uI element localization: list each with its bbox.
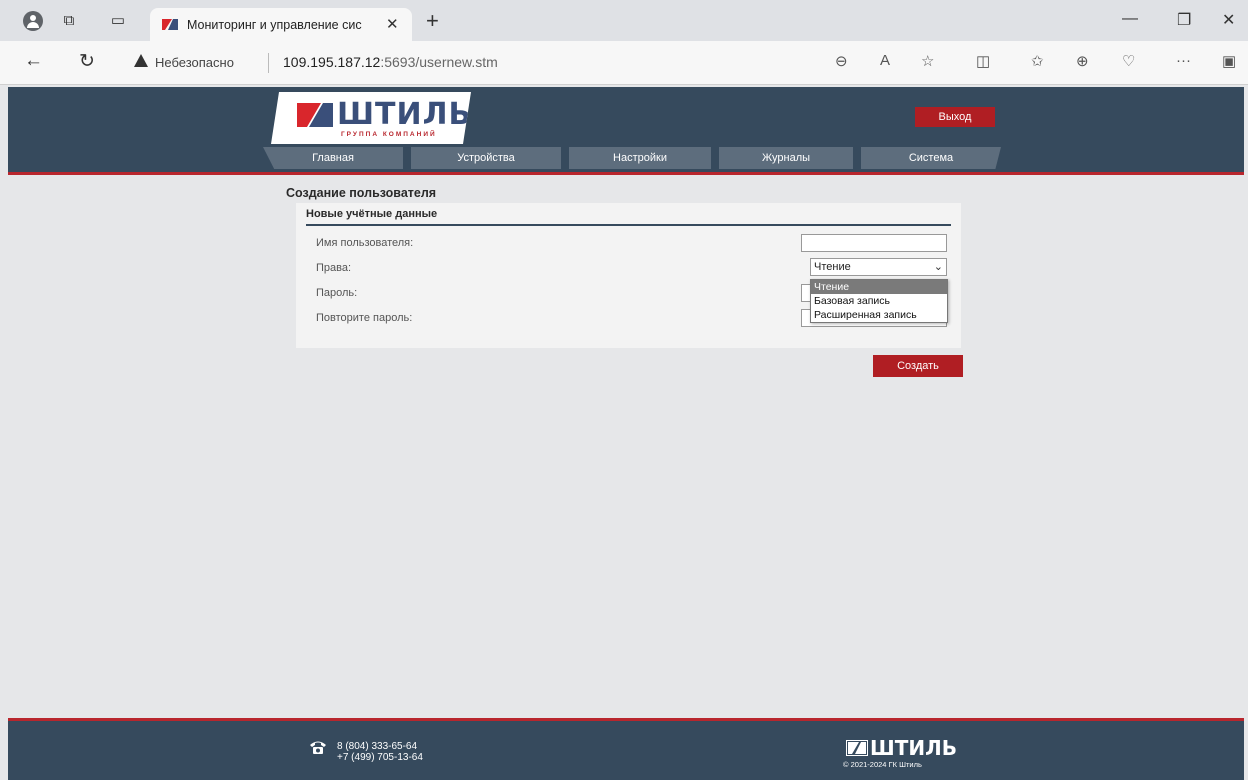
tab-actions-icon[interactable]: ▭ (109, 12, 127, 30)
page-title: Создание пользователя (286, 186, 437, 200)
footer-logo-text: ШТИЛЬ (870, 736, 957, 760)
favorite-star-icon[interactable]: ☆ (921, 52, 934, 70)
new-tab-button[interactable]: + (426, 8, 439, 34)
browser-essentials-icon[interactable]: ♡ (1122, 52, 1135, 70)
phone-number-1: 8 (804) 333-65-64 (337, 741, 418, 752)
back-button[interactable]: ← (24, 50, 43, 72)
collections-icon[interactable]: ⊕ (1076, 52, 1089, 70)
site-footer: 8 (804) 333-65-64 +7 (499) 705-13-64 ШТИ… (8, 718, 1244, 780)
site-logo[interactable]: ШТИЛЬ ГРУППА КОМПАНИЙ (271, 92, 471, 144)
site-favicon-icon (162, 19, 178, 30)
read-aloud-icon[interactable]: A (880, 52, 890, 69)
tab-close-icon[interactable]: ✕ (386, 15, 399, 33)
rights-select[interactable]: Чтение ⌄ (810, 258, 947, 276)
logo-subtitle: ГРУППА КОМПАНИЙ (341, 131, 437, 138)
menu-item-logs[interactable]: Журналы (719, 147, 853, 169)
rights-label: Права: (316, 262, 352, 274)
section-divider (306, 224, 951, 226)
sidebar-icon[interactable]: ▣ (1222, 52, 1236, 70)
favorites-icon[interactable]: ✩ (1031, 52, 1044, 70)
zoom-icon[interactable]: ⊖ (835, 52, 848, 70)
site-header: ШТИЛЬ ГРУППА КОМПАНИЙ Выход Главная Устр… (8, 87, 1244, 175)
phone-number-2: +7 (499) 705-13-64 (337, 752, 423, 763)
section-title: Новые учётные данные (306, 208, 438, 220)
footer-phones: 8 (804) 333-65-64 +7 (499) 705-13-64 (337, 741, 423, 763)
profile-icon[interactable] (23, 11, 43, 31)
minimize-button[interactable]: — (1122, 10, 1138, 28)
create-button[interactable]: Создать (873, 355, 963, 377)
rights-selected-value: Чтение (814, 261, 851, 273)
main-content: Создание пользователя Новые учётные данн… (8, 178, 1244, 718)
url-field[interactable]: 109.195.187.12:5693/usernew.stm (283, 54, 498, 70)
browser-tab-bar: ⧉ ▭ Мониторинг и управление сис ✕ + — ❐ … (0, 0, 1248, 41)
footer-copyright: © 2021-2024 ГК Штиль (843, 760, 922, 769)
rights-dropdown-list: Чтение Базовая запись Расширенная запись (810, 279, 948, 323)
phone-icon (310, 741, 326, 754)
rights-option-basic-write[interactable]: Базовая запись (811, 294, 947, 308)
workspaces-icon[interactable]: ⧉ (60, 12, 78, 30)
rights-option-read[interactable]: Чтение (811, 280, 947, 294)
menu-item-system[interactable]: Система (861, 147, 1001, 169)
url-host: 109.195.187.12 (283, 54, 381, 70)
security-label[interactable]: Небезопасно (155, 55, 234, 70)
footer-logo-mark-icon (846, 740, 868, 756)
split-screen-icon[interactable]: ◫ (976, 52, 990, 70)
more-icon[interactable]: ··· (1176, 52, 1191, 69)
warning-icon[interactable] (134, 54, 148, 67)
password-label: Пароль: (316, 287, 358, 299)
menu-item-settings[interactable]: Настройки (569, 147, 711, 169)
main-menu: Главная Устройства Настройки Журналы Сис… (263, 147, 1003, 169)
password-repeat-label: Повторите пароль: (316, 312, 413, 324)
chevron-down-icon: ⌄ (933, 261, 943, 273)
url-path: :5693/usernew.stm (380, 54, 498, 70)
logout-button[interactable]: Выход (915, 107, 995, 127)
reload-button[interactable]: ↻ (79, 50, 95, 73)
address-bar: ← ↻ Небезопасно 109.195.187.12:5693/user… (0, 41, 1248, 85)
menu-item-devices[interactable]: Устройства (411, 147, 561, 169)
username-label: Имя пользователя: (316, 237, 414, 249)
tab-title: Мониторинг и управление сис (187, 18, 362, 32)
rights-option-extended-write[interactable]: Расширенная запись (811, 308, 947, 322)
menu-item-home[interactable]: Главная (263, 147, 403, 169)
address-separator (268, 53, 269, 73)
credentials-panel: Новые учётные данные Имя пользователя: П… (296, 203, 961, 348)
username-input[interactable] (801, 234, 947, 252)
browser-tab[interactable]: Мониторинг и управление сис ✕ (150, 8, 412, 41)
close-window-button[interactable]: ✕ (1222, 10, 1235, 30)
restore-button[interactable]: ❐ (1177, 10, 1191, 30)
logo-mark-icon (297, 103, 333, 127)
logo-text: ШТИЛЬ (337, 97, 473, 132)
